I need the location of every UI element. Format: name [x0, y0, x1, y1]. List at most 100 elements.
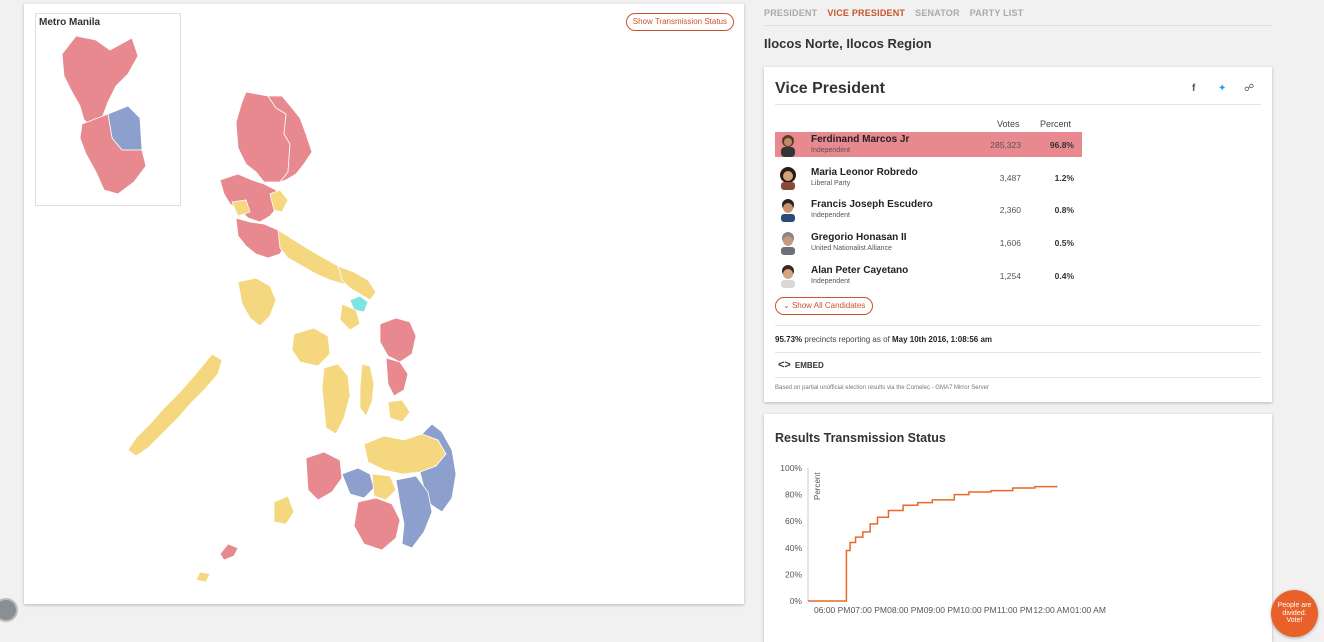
candidate-percent: 1.2%	[1054, 173, 1074, 183]
candidate-percent: 0.8%	[1054, 205, 1074, 215]
map-region-mindoro	[237, 277, 277, 327]
tab-senator[interactable]: SENATOR	[915, 6, 960, 25]
map-region-bukidnon-yellow	[371, 473, 397, 501]
transmission-series-line	[808, 485, 1058, 602]
x-tick-label: 06:00 PM	[814, 605, 850, 615]
fab-line-2: divided.	[1282, 609, 1307, 617]
map-region-bohol	[387, 399, 411, 423]
share-icon[interactable]: ☍	[1244, 83, 1254, 94]
y-axis-label: Percent	[813, 472, 822, 500]
twitter-icon[interactable]: ✦	[1218, 83, 1226, 94]
embed-label: EMBED	[794, 361, 824, 370]
x-tick-label: 01:00 AM	[1070, 605, 1106, 615]
candidate-votes: 285,323	[990, 140, 1021, 150]
y-tick-label: 20%	[785, 569, 802, 579]
candidate-row[interactable]: Francis Joseph Escudero Independent 2,36…	[775, 197, 1082, 222]
candidate-avatar	[780, 167, 796, 190]
candidate-party: Independent	[811, 147, 850, 154]
divider	[775, 104, 1261, 105]
map-region-small-island	[195, 571, 211, 583]
precincts-reporting: 95.73% precincts reporting as of May 10t…	[775, 335, 992, 344]
candidate-name: Maria Leonor Robredo	[811, 167, 918, 178]
map-region-samar-red	[379, 317, 417, 363]
x-tick-label: 11:00 PM	[997, 605, 1033, 615]
precincts-percent: 95.73%	[775, 335, 803, 344]
candidate-row[interactable]: Alan Peter Cayetano Independent 1,254 0.…	[775, 263, 1082, 288]
candidate-name: Ferdinand Marcos Jr	[811, 134, 910, 145]
metro-manila-inset[interactable]: Metro Manila	[35, 13, 181, 206]
candidate-row[interactable]: Ferdinand Marcos Jr Independent 285,323 …	[775, 132, 1082, 157]
vote-reminder-button[interactable]: People are divided. Vote!	[1271, 590, 1318, 637]
y-tick-label: 60%	[785, 516, 802, 526]
card-title: Vice President	[775, 80, 885, 97]
show-all-label: Show All Candidates	[791, 301, 866, 310]
candidate-avatar	[781, 232, 795, 255]
candidate-percent: 0.5%	[1054, 238, 1074, 248]
candidate-name: Gregorio Honasan II	[811, 232, 907, 243]
chevron-down-icon: ⌄	[783, 301, 792, 310]
candidate-percent: 0.4%	[1054, 271, 1074, 281]
avatar[interactable]	[0, 598, 18, 622]
candidate-votes: 3,487	[999, 173, 1021, 183]
embed-button[interactable]: <> EMBED	[778, 359, 824, 371]
inset-title: Metro Manila	[39, 17, 101, 28]
y-tick-label: 0%	[790, 596, 803, 606]
map-region-cebu	[359, 363, 375, 417]
candidate-votes: 1,254	[999, 271, 1021, 281]
candidate-party: Independent	[811, 278, 850, 285]
candidate-row[interactable]: Gregorio Honasan II United Nationalist A…	[775, 230, 1082, 255]
metro-manila-map[interactable]	[36, 14, 182, 207]
divider	[775, 377, 1261, 378]
fab-line-3: Vote!	[1286, 617, 1303, 625]
transmission-chart[interactable]: 0% 20% 40% 60% 80% 100% Percent 06:00 PM 07:00 P…	[764, 414, 1272, 642]
show-transmission-status-button[interactable]: Show Transmission Status	[625, 13, 734, 31]
candidate-avatar	[781, 135, 795, 157]
y-tick-label: 80%	[785, 490, 802, 500]
candidate-name: Francis Joseph Escudero	[811, 199, 933, 210]
candidate-party: Liberal Party	[811, 180, 851, 187]
facebook-icon[interactable]: f	[1192, 83, 1195, 94]
map-region-quezon-yellow	[277, 229, 351, 285]
transmission-status-card: Results Transmission Status 0% 20% 40% 60% 8…	[764, 414, 1272, 642]
map-region-cotabato-red	[353, 497, 401, 551]
y-tick-label: 40%	[785, 543, 802, 553]
candidate-row[interactable]: Maria Leonor Robredo Liberal Party 3,487…	[775, 165, 1082, 190]
candidate-party: Independent	[811, 212, 850, 219]
map-region-panay	[291, 327, 331, 367]
precincts-text: precincts reporting as of	[802, 335, 892, 344]
tab-president[interactable]: PRESIDENT	[764, 6, 817, 25]
tab-party-list[interactable]: PARTY LIST	[970, 6, 1024, 25]
y-tick-label: 100%	[780, 463, 802, 473]
divider	[775, 325, 1261, 326]
x-tick-label: 12:00 AM	[1033, 605, 1069, 615]
divider	[775, 352, 1261, 353]
precincts-timestamp: May 10th 2016, 1:08:56 am	[891, 335, 993, 344]
candidate-party: United Nationalist Alliance	[811, 245, 892, 252]
x-tick-label: 07:00 PM	[851, 605, 887, 615]
code-icon: <>	[778, 359, 791, 371]
candidate-votes: 2,360	[999, 205, 1021, 215]
map-region-lanao-blue	[341, 467, 375, 499]
source-note: Based on partial unofficial election res…	[775, 385, 989, 391]
percent-column-header: Percent	[1040, 119, 1072, 129]
tab-vice-president[interactable]: VICE PRESIDENT	[827, 6, 905, 25]
candidate-avatar	[781, 265, 795, 288]
candidate-avatar	[781, 199, 795, 222]
votes-column-header: Votes	[997, 119, 1020, 129]
map-region-zamboanga-red	[305, 451, 343, 501]
map-region-sulu	[273, 495, 295, 525]
candidate-name: Alan Peter Cayetano	[811, 265, 909, 276]
candidate-percent: 96.8%	[1049, 140, 1074, 150]
map-region-palawan	[127, 353, 223, 457]
map-region-tawi-tawi	[219, 543, 239, 561]
map-region-negros	[321, 363, 351, 435]
race-tabs: PRESIDENT VICE PRESIDENT SENATOR PARTY L…	[764, 6, 1272, 26]
map-panel: Metro Manila Show Transmission Status	[24, 4, 744, 604]
show-all-candidates-button[interactable]: ⌄ Show All Candidates	[775, 297, 874, 315]
x-tick-label: 10:00 PM	[960, 605, 996, 615]
candidate-votes: 1,606	[999, 238, 1021, 248]
x-tick-label: 08:00 PM	[887, 605, 923, 615]
map-region-leyte-red	[385, 357, 409, 397]
vice-president-card: Vice President f ✦ ☍ Votes Percent Ferdi…	[764, 67, 1272, 402]
fab-line-1: People are	[1277, 601, 1312, 609]
